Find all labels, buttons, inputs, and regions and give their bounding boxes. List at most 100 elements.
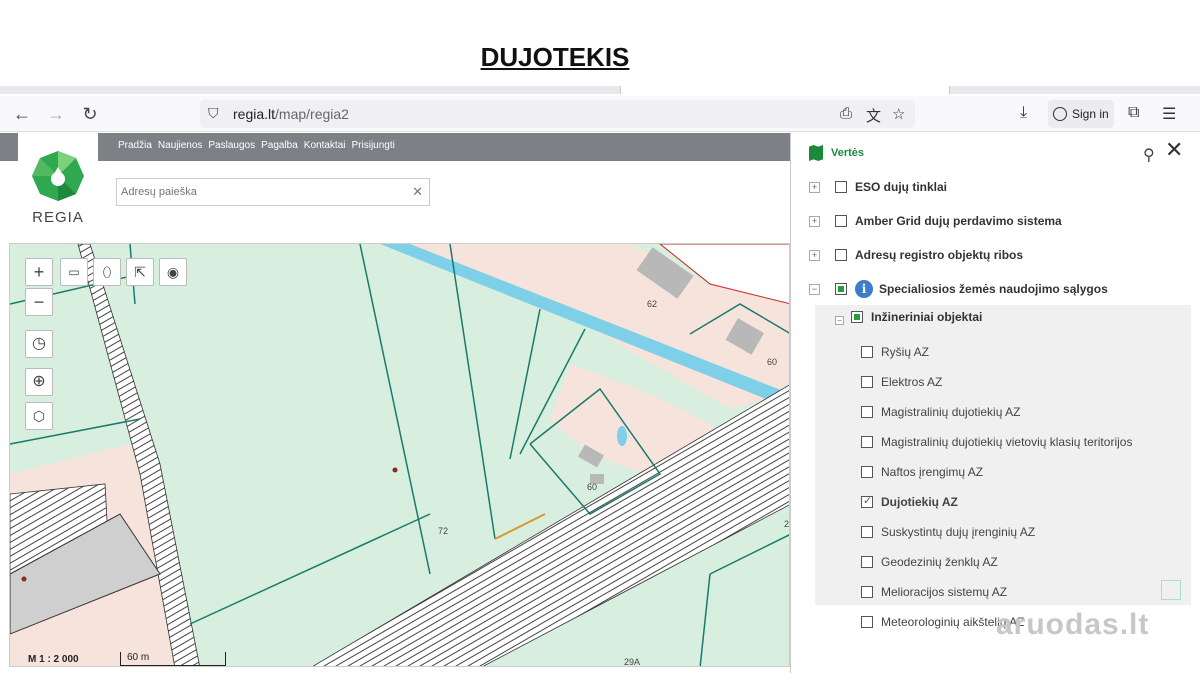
sub-layer-checkbox[interactable]: [861, 556, 873, 568]
expand-icon[interactable]: +: [809, 216, 820, 227]
regia-logo-icon: [32, 151, 84, 201]
menu-item[interactable]: Kontaktai: [304, 140, 346, 151]
sub-layer-label: Magistralinių dujotiekių vietovių klasių…: [881, 435, 1133, 449]
sub-layer-row[interactable]: Melioracijos sistemų AZ: [815, 578, 1191, 608]
sign-in-button[interactable]: Sign in: [1048, 100, 1114, 128]
menu-item[interactable]: Paslaugos: [208, 140, 255, 151]
sign-in-label: Sign in: [1072, 107, 1109, 121]
regia-logo[interactable]: [18, 133, 98, 243]
sub-layer-checkbox[interactable]: [861, 376, 873, 388]
sub-group-row[interactable]: − Inžineriniai objektai: [815, 305, 1191, 335]
layer-label: Amber Grid dujų perdavimo sistema: [855, 214, 1062, 228]
sub-layer-checkbox[interactable]: [861, 466, 873, 478]
translate-icon[interactable]: 文: [866, 105, 881, 126]
menu-item[interactable]: Pradžia: [118, 140, 152, 151]
sub-layer-row[interactable]: Suskystintų dujų įrenginių AZ: [815, 518, 1191, 548]
url-path: /map/regia2: [275, 106, 349, 122]
download-icon[interactable]: ⤓: [1020, 104, 1027, 122]
extensions-icon[interactable]: ⧉: [1128, 104, 1139, 122]
sub-layer-checkbox[interactable]: [861, 526, 873, 538]
parcel-label: 60: [767, 357, 778, 367]
download-page-icon[interactable]: ⎙: [840, 105, 852, 122]
collapse-icon[interactable]: −: [835, 316, 844, 325]
crosshair-icon[interactable]: ⊕: [25, 368, 53, 396]
sub-group-checkbox[interactable]: [851, 311, 863, 323]
layer-checkbox[interactable]: [835, 249, 847, 261]
sub-layer-row[interactable]: Magistralinių dujotiekių AZ: [815, 398, 1191, 428]
sub-layer-checkbox[interactable]: [861, 346, 873, 358]
slide-title: DUJOTEKIS: [480, 42, 630, 72]
compass-icon[interactable]: ◷: [25, 330, 53, 358]
sub-layer-label: Naftos įrengimų AZ: [881, 465, 984, 479]
sub-layer-row[interactable]: Geodezinių ženklų AZ: [815, 548, 1191, 578]
sub-layer-checkbox[interactable]: [861, 406, 873, 418]
zoom-in-button[interactable]: +: [25, 258, 53, 286]
reload-icon[interactable]: ↻: [78, 102, 102, 126]
map-scale-bar: 60 m: [120, 652, 226, 666]
layer-row[interactable]: − i Specialiosios žemės naudojimo sąlygo…: [791, 275, 1191, 305]
share-icon[interactable]: ⇱: [126, 258, 154, 286]
sub-layer-label: Dujotiekių AZ: [881, 495, 958, 509]
layer-checkbox[interactable]: [835, 283, 847, 295]
pin-off-icon[interactable]: ⚲: [1143, 145, 1155, 165]
layer-row[interactable]: + Adresų registro objektų ribos: [791, 241, 1191, 271]
account-icon: [1053, 107, 1067, 121]
measure-ruler-icon[interactable]: ▭: [60, 258, 88, 286]
url-bar[interactable]: ⛉ regia.lt/map/regia2 ⎙ 文 ☆: [200, 100, 915, 128]
sub-layer-row[interactable]: Magistralinių dujotiekių vietovių klasių…: [815, 428, 1191, 458]
regia-logo-text: REGIA: [32, 209, 84, 226]
clear-search-icon[interactable]: ✕: [412, 184, 423, 200]
back-arrow-icon[interactable]: ←: [10, 102, 34, 126]
sub-layer-checkbox[interactable]: [861, 586, 873, 598]
menu-item[interactable]: Pagalba: [261, 140, 298, 151]
sub-layer-checkbox[interactable]: [861, 436, 873, 448]
sub-layer-row[interactable]: Dujotiekių AZ: [815, 488, 1191, 518]
parcel-label: 29A: [624, 657, 641, 667]
address-search[interactable]: ✕: [116, 178, 430, 206]
sub-layer-label: Suskystintų dujų įrenginių AZ: [881, 525, 1036, 539]
map-canvas[interactable]: 62 60 60 72 29A 2 + − ▭ ⬯ ⇱ ◉ ◷ ⊕ ⬡ M 1 …: [9, 243, 790, 667]
sub-layer-label: Magistralinių dujotiekių AZ: [881, 405, 1021, 419]
url-text[interactable]: regia.lt/map/regia2: [233, 106, 349, 122]
menu-item[interactable]: Naujienos: [158, 140, 202, 151]
layer-checkbox[interactable]: [835, 181, 847, 193]
forward-arrow-icon[interactable]: →: [44, 102, 68, 126]
sub-layer-row[interactable]: Ryšių AZ: [815, 338, 1191, 368]
sub-layer-label: Ryšių AZ: [881, 345, 930, 359]
layer-label: ESO dujų tinklai: [855, 180, 948, 194]
expand-icon[interactable]: +: [809, 250, 820, 261]
layer-checkbox[interactable]: [835, 215, 847, 227]
parcel-label: 62: [647, 299, 658, 309]
sub-layer-row[interactable]: Naftos įrengimų AZ: [815, 458, 1191, 488]
watermark: aruodas.lt: [996, 608, 1150, 641]
layer-row[interactable]: + Amber Grid dujų perdavimo sistema: [791, 207, 1191, 237]
active-tab[interactable]: [620, 86, 950, 94]
mouse-icon[interactable]: ⬯: [93, 258, 121, 286]
panel-title: Vertės: [809, 145, 864, 161]
layer-row[interactable]: + ESO dujų tinklai: [791, 173, 1191, 203]
map-graphics: [10, 244, 789, 666]
url-domain: regia.lt: [233, 106, 276, 122]
menu-icon[interactable]: ☰: [1162, 104, 1176, 124]
menu-item[interactable]: Prisijungti: [352, 140, 395, 151]
map-scale-ratio: M 1 : 2 000: [28, 654, 79, 665]
shield-icon[interactable]: ⛉: [208, 105, 219, 122]
address-search-input[interactable]: [121, 180, 401, 204]
regia-header: Pradžia Naujienos Paslaugos Pagalba Kontakta…: [0, 133, 790, 243]
info-icon[interactable]: i: [855, 280, 873, 298]
expand-icon[interactable]: +: [809, 182, 820, 193]
sub-layer-checkbox[interactable]: [861, 616, 873, 628]
sub-layer-label: Melioracijos sistemų AZ: [881, 585, 1008, 599]
draw-polygon-icon[interactable]: ⬡: [25, 402, 53, 430]
sub-group-label: Inžineriniai objektai: [871, 310, 983, 324]
star-icon[interactable]: ☆: [892, 105, 905, 123]
sub-layer-label: Geodezinių ženklų AZ: [881, 555, 998, 569]
collapse-icon[interactable]: −: [809, 284, 820, 295]
sub-layer-row[interactable]: Elektros AZ: [815, 368, 1191, 398]
top-menu: Pradžia Naujienos Paslaugos Pagalba Kontakta…: [0, 133, 790, 161]
browser-screenshot: ← → ↻ ⛉ regia.lt/map/regia2 ⎙ 文 ☆ ⤓ Sign…: [0, 86, 1200, 675]
sub-layer-checkbox[interactable]: [861, 494, 873, 508]
zoom-out-button[interactable]: −: [25, 288, 53, 316]
close-icon[interactable]: ✕: [1165, 137, 1183, 163]
locate-target-icon[interactable]: ◉: [159, 258, 187, 286]
